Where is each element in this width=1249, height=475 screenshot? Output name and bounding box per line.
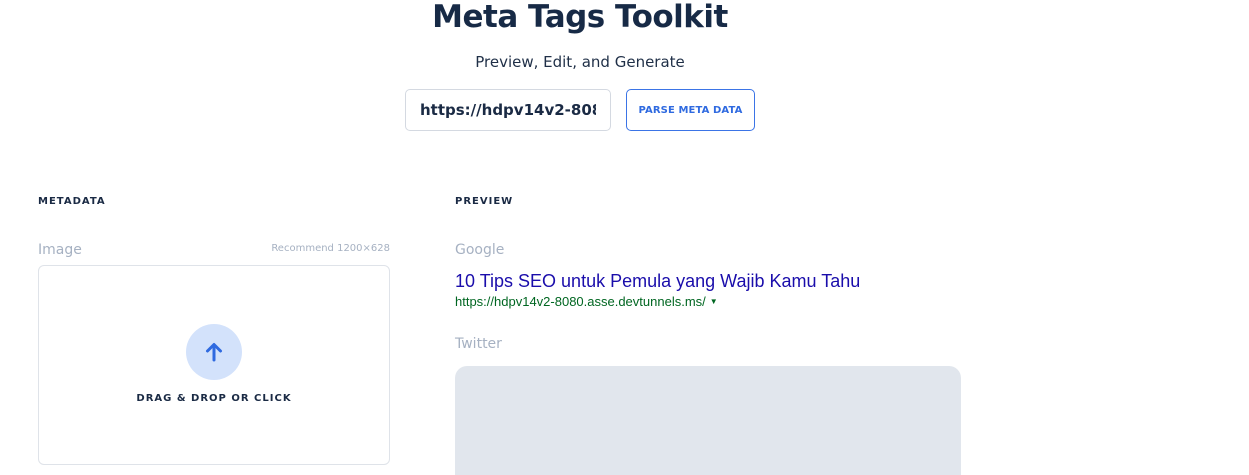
- image-recommend-size: Recommend 1200×628: [271, 243, 390, 254]
- google-label: Google: [455, 242, 505, 258]
- parse-meta-data-button[interactable]: PARSE META DATA: [626, 89, 755, 131]
- google-preview-url: https://hdpv14v2-8080.asse.devtunnels.ms…: [455, 294, 718, 309]
- page-subtitle: Preview, Edit, and Generate: [475, 53, 685, 71]
- caret-down-icon[interactable]: ▼: [710, 297, 718, 306]
- dropzone-label: DRAG & DROP OR CLICK: [136, 393, 292, 404]
- twitter-preview-card: [455, 366, 961, 475]
- google-preview-url-text: https://hdpv14v2-8080.asse.devtunnels.ms…: [455, 294, 706, 309]
- arrow-up-icon: [206, 343, 222, 362]
- image-dropzone[interactable]: DRAG & DROP OR CLICK: [38, 265, 390, 465]
- url-input[interactable]: [405, 89, 611, 131]
- image-label: Image: [38, 242, 82, 258]
- upload-button[interactable]: [186, 324, 242, 380]
- google-preview-title[interactable]: 10 Tips SEO untuk Pemula yang Wajib Kamu…: [455, 271, 860, 292]
- meta-tags-toolkit-page: Meta Tags Toolkit Preview, Edit, and Gen…: [0, 0, 1249, 475]
- metadata-heading: METADATA: [38, 196, 106, 207]
- page-title: Meta Tags Toolkit: [432, 0, 728, 35]
- twitter-label: Twitter: [455, 336, 502, 352]
- preview-heading: PREVIEW: [455, 196, 514, 207]
